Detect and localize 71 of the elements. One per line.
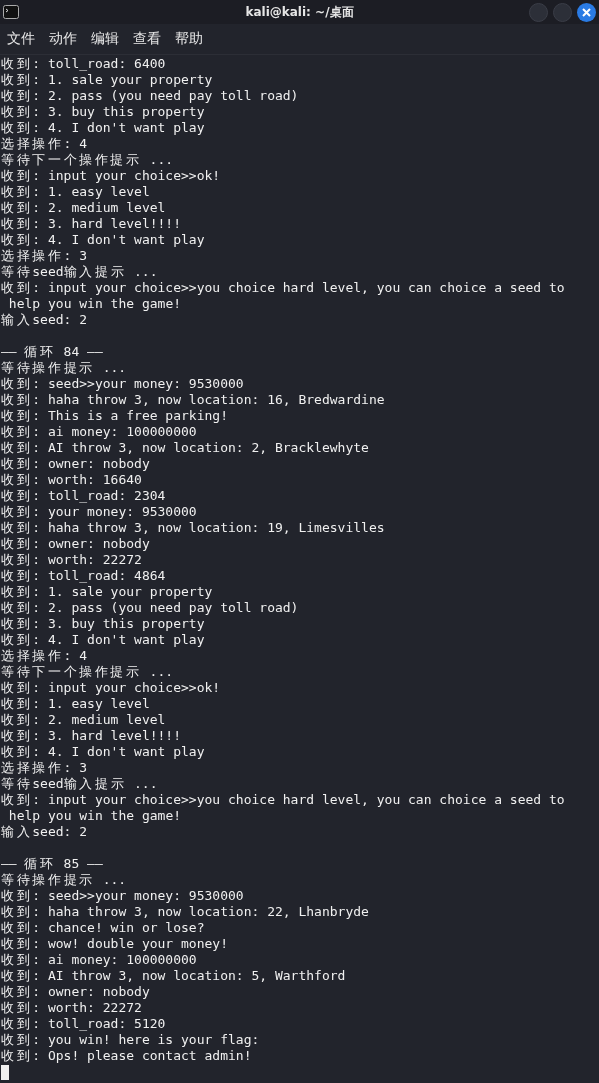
terminal-line: 等待下一个操作提示 ... (1, 664, 174, 680)
terminal-line: 收到: 3. hard level!!!! (1, 728, 181, 744)
terminal-line: 收到: 4. I don't want play (1, 632, 205, 648)
terminal-line: 收到: your money: 9530000 (1, 504, 197, 520)
terminal-line: —— 循环 85 —— (1, 856, 103, 872)
terminal-line: 收到: input your choice>>ok! (1, 680, 221, 696)
window-title: kali@kali: ~/桌面 (245, 3, 354, 21)
terminal-line: 收到: haha throw 3, now location: 19, Limesvilles (1, 520, 385, 536)
terminal-line: 收到: 4. I don't want play (1, 120, 205, 136)
maximize-button[interactable] (553, 2, 572, 22)
terminal-line: 收到: Ops! please contact admin! (1, 1048, 252, 1064)
terminal-line: —— 循环 84 —— (1, 344, 103, 360)
terminal-line: 收到: toll_road: 6400 (1, 56, 166, 72)
terminal-line: 选择操作: 3 (1, 760, 88, 776)
terminal-line: 收到: seed>>your money: 9530000 (1, 376, 244, 392)
close-icon (582, 7, 591, 17)
close-button[interactable] (577, 2, 596, 22)
menu-item[interactable]: 编辑 (86, 30, 124, 48)
terminal-line: 收到: owner: nobody (1, 984, 150, 1000)
terminal-line: 收到: toll_road: 2304 (1, 488, 166, 504)
terminal-line: 收到: ai money: 100000000 (1, 952, 197, 968)
terminal-line: 收到: 2. medium level (1, 712, 166, 728)
terminal-line: 收到: 2. pass (you need pay toll road) (1, 600, 299, 616)
terminal-line: 收到: worth: 22272 (1, 552, 142, 568)
terminal-line: 等待seed输入提示 ... (1, 776, 158, 792)
terminal-line: 收到: 3. hard level!!!! (1, 216, 181, 232)
terminal-line: 选择操作: 4 (1, 648, 88, 664)
terminal-line: 收到: toll_road: 5120 (1, 1016, 166, 1032)
terminal-line: 收到: AI throw 3, now location: 2, Bracklewhyte (1, 440, 369, 456)
terminal-line: 收到: worth: 22272 (1, 1000, 142, 1016)
terminal-line: 收到: ai money: 100000000 (1, 424, 197, 440)
menu-item[interactable]: 动作 (44, 30, 82, 48)
terminal-line: 收到: 2. medium level (1, 200, 166, 216)
terminal-line: help you win the game! (7, 808, 182, 824)
terminal-line: 收到: wow! double your money! (1, 936, 228, 952)
terminal-line: 等待下一个操作提示 ... (1, 152, 174, 168)
terminal-line: 收到: input your choice>>you choice hard level, you can choice a seed to (1, 280, 565, 296)
terminal-line: 收到: chance! win or lose? (1, 920, 205, 936)
terminal-line: 收到: worth: 16640 (1, 472, 142, 488)
minimize-button[interactable] (529, 2, 548, 22)
terminal-line: 等待seed输入提示 ... (1, 264, 158, 280)
terminal-line: 收到: owner: nobody (1, 536, 150, 552)
terminal-line: 收到: 4. I don't want play (1, 232, 205, 248)
terminal-line: 收到: 1. easy level (1, 184, 150, 200)
terminal-line: 收到: 4. I don't want play (1, 744, 205, 760)
menu-item[interactable]: 帮助 (170, 30, 208, 48)
cursor (1, 1065, 9, 1080)
terminal-line: 收到: 2. pass (you need pay toll road) (1, 88, 299, 104)
terminal-line: 收到: you win! here is your flag: (1, 1032, 260, 1048)
terminal-line: 收到: This is a free parking! (1, 408, 228, 424)
terminal-line: 收到: toll_road: 4864 (1, 568, 166, 584)
terminal-line: 收到: haha throw 3, now location: 16, Bredwardine (1, 392, 385, 408)
terminal-line: 选择操作: 3 (1, 248, 88, 264)
terminal-line: 等待操作提示 ... (1, 360, 127, 376)
terminal-line: 收到: 1. sale your property (1, 584, 213, 600)
terminal-line: 选择操作: 4 (1, 136, 88, 152)
terminal-line: help you win the game! (7, 296, 182, 312)
terminal-line: 收到: 3. buy this property (1, 616, 205, 632)
terminal-icon (3, 5, 19, 19)
menu-item[interactable]: 文件 (2, 30, 40, 48)
terminal-line: 收到: 1. easy level (1, 696, 150, 712)
terminal-line: 收到: 3. buy this property (1, 104, 205, 120)
terminal-line: 收到: owner: nobody (1, 456, 150, 472)
terminal-line: 收到: haha throw 3, now location: 22, Lhanbryde (1, 904, 369, 920)
terminal-line: 等待操作提示 ... (1, 872, 127, 888)
menu-item[interactable]: 查看 (128, 30, 166, 48)
terminal-line: 收到: input your choice>>you choice hard level, you can choice a seed to (1, 792, 565, 808)
terminal-line: 收到: AI throw 3, now location: 5, Warthford (1, 968, 346, 984)
terminal-line: 收到: seed>>your money: 9530000 (1, 888, 244, 904)
terminal-line: 收到: input your choice>>ok! (1, 168, 221, 184)
terminal-line: 收到: 1. sale your property (1, 72, 213, 88)
